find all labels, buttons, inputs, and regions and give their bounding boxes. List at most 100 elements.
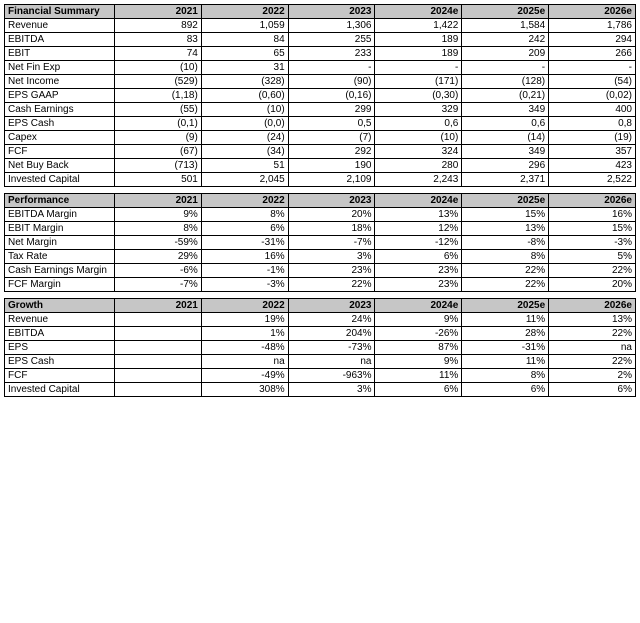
row-value: 11% (375, 369, 462, 383)
row-value: -3% (549, 236, 636, 250)
row-value: 1,786 (549, 19, 636, 33)
row-value: (24) (201, 131, 288, 145)
financial-summary-table: Financial Summary 2021 2022 2023 2024e 2… (4, 4, 636, 187)
row-value: 15% (462, 208, 549, 222)
row-value: 3% (288, 250, 375, 264)
row-value: (0,16) (288, 89, 375, 103)
row-value: 84 (201, 33, 288, 47)
row-value: 2,109 (288, 173, 375, 187)
perf-col-label: Performance (5, 194, 115, 208)
table-row: EPS-48%-73%87%-31%na (5, 341, 636, 355)
row-value: 51 (201, 159, 288, 173)
row-label: Cash Earnings (5, 103, 115, 117)
perf-col-2025e: 2025e (462, 194, 549, 208)
row-label: Tax Rate (5, 250, 115, 264)
fs-col-2021: 2021 (115, 5, 202, 19)
row-label: EBITDA (5, 33, 115, 47)
row-value: 423 (549, 159, 636, 173)
row-value: (1,18) (115, 89, 202, 103)
row-value: 9% (115, 208, 202, 222)
row-label: EBITDA (5, 327, 115, 341)
table-row: Net Buy Back(713)51190280296423 (5, 159, 636, 173)
row-value: 2,522 (549, 173, 636, 187)
table-row: FCF Margin-7%-3%22%23%22%20% (5, 278, 636, 292)
row-value: (9) (115, 131, 202, 145)
row-label: Net Income (5, 75, 115, 89)
row-value: 296 (462, 159, 549, 173)
table-row: Capex(9)(24)(7)(10)(14)(19) (5, 131, 636, 145)
row-value: 29% (115, 250, 202, 264)
row-value: 349 (462, 103, 549, 117)
row-value: 0,5 (288, 117, 375, 131)
row-value: 892 (115, 19, 202, 33)
table-row: Revenue19%24%9%11%13% (5, 313, 636, 327)
perf-col-2024e: 2024e (375, 194, 462, 208)
main-container: Financial Summary 2021 2022 2023 2024e 2… (0, 0, 640, 401)
row-label: EBIT Margin (5, 222, 115, 236)
row-value: (7) (288, 131, 375, 145)
row-value: 2% (549, 369, 636, 383)
row-value: 292 (288, 145, 375, 159)
row-value: 2,371 (462, 173, 549, 187)
row-value: 2,045 (201, 173, 288, 187)
row-value: 0,6 (375, 117, 462, 131)
table-row: EPS Cash(0,1)(0,0)0,50,60,60,8 (5, 117, 636, 131)
table-row: Invested Capital5012,0452,1092,2432,3712… (5, 173, 636, 187)
row-value: -59% (115, 236, 202, 250)
row-value: 1,059 (201, 19, 288, 33)
row-value: -1% (201, 264, 288, 278)
fs-col-2026e: 2026e (549, 5, 636, 19)
growth-header-row: Growth 2021 2022 2023 2024e 2025e 2026e (5, 299, 636, 313)
row-value: (0,1) (115, 117, 202, 131)
row-value: 280 (375, 159, 462, 173)
table-row: EBITDA Margin9%8%20%13%15%16% (5, 208, 636, 222)
table-row: EBITDA1%204%-26%28%22% (5, 327, 636, 341)
table-row: Invested Capital308%3%6%6%6% (5, 383, 636, 397)
row-label: EPS GAAP (5, 89, 115, 103)
row-label: Net Margin (5, 236, 115, 250)
row-value: 22% (549, 355, 636, 369)
row-label: EBIT (5, 47, 115, 61)
row-value: 20% (549, 278, 636, 292)
row-value: 8% (462, 250, 549, 264)
row-value: 6% (375, 383, 462, 397)
row-value: 501 (115, 173, 202, 187)
row-label: Capex (5, 131, 115, 145)
row-value: 6% (549, 383, 636, 397)
row-value: 242 (462, 33, 549, 47)
row-value: 83 (115, 33, 202, 47)
row-value: 9% (375, 313, 462, 327)
row-value: 329 (375, 103, 462, 117)
row-value: 22% (549, 327, 636, 341)
row-value: 266 (549, 47, 636, 61)
row-value: (0,21) (462, 89, 549, 103)
row-value: (713) (115, 159, 202, 173)
row-value: -963% (288, 369, 375, 383)
row-value: 8% (201, 208, 288, 222)
perf-col-2026e: 2026e (549, 194, 636, 208)
row-value (115, 355, 202, 369)
row-value: 0,6 (462, 117, 549, 131)
row-value: - (288, 61, 375, 75)
row-value: 5% (549, 250, 636, 264)
row-value: 294 (549, 33, 636, 47)
row-value: -73% (288, 341, 375, 355)
row-value (115, 383, 202, 397)
table-row: EBITDA8384255189242294 (5, 33, 636, 47)
row-value: 22% (462, 264, 549, 278)
performance-table: Performance 2021 2022 2023 2024e 2025e 2… (4, 193, 636, 292)
row-value: 12% (375, 222, 462, 236)
row-value (115, 369, 202, 383)
row-value: (34) (201, 145, 288, 159)
row-label: FCF Margin (5, 278, 115, 292)
row-value (115, 341, 202, 355)
row-value: 23% (375, 278, 462, 292)
row-value: 74 (115, 47, 202, 61)
row-value: (90) (288, 75, 375, 89)
row-value: 357 (549, 145, 636, 159)
row-value: na (549, 341, 636, 355)
row-value: 1,584 (462, 19, 549, 33)
growth-col-2025e: 2025e (462, 299, 549, 313)
row-value: 189 (375, 47, 462, 61)
table-row: EBIT7465233189209266 (5, 47, 636, 61)
